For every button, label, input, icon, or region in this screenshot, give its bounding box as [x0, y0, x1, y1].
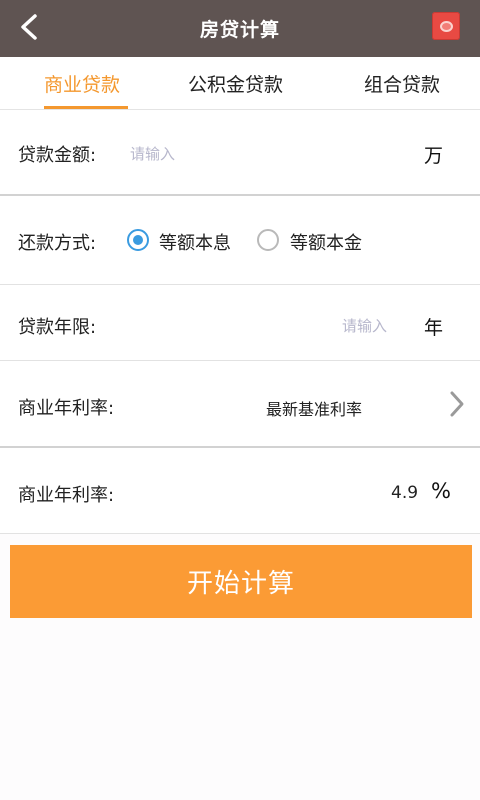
loan-term-unit: 年: [424, 317, 444, 339]
rate-type-value[interactable]: 最新基准利率: [266, 396, 362, 420]
tab-provident-fund-loan[interactable]: 公积金贷款: [188, 57, 283, 109]
loan-term-label: 贷款年限:: [18, 317, 97, 338]
repayment-method-row: 还款方式: 等额本息 等额本金: [0, 196, 480, 285]
interest-rate-label: 商业年利率:: [18, 485, 115, 506]
equal-installment-radio[interactable]: [127, 229, 149, 251]
loan-amount-label: 贷款金额:: [18, 145, 97, 166]
interest-rate-input[interactable]: 4.9: [391, 483, 418, 503]
back-button[interactable]: [12, 10, 46, 44]
chevron-right-icon[interactable]: [446, 390, 466, 418]
repayment-method-label: 还款方式:: [18, 233, 97, 254]
equal-installment-label[interactable]: 等额本息: [159, 229, 231, 255]
rate-type-row[interactable]: 商业年利率: 最新基准利率: [0, 361, 480, 448]
active-tab-indicator: [44, 106, 128, 109]
loan-amount-input[interactable]: 请输入: [130, 143, 175, 164]
tab-commercial-loan[interactable]: 商业贷款: [44, 57, 120, 109]
loan-term-input[interactable]: 请输入: [342, 315, 387, 336]
loan-type-tabs: 商业贷款 公积金贷款 组合贷款: [0, 57, 480, 110]
loan-amount-row: 贷款金额: 请输入 万: [0, 110, 480, 196]
tab-combined-loan[interactable]: 组合贷款: [364, 57, 440, 109]
start-calculation-button[interactable]: 开始计算: [10, 545, 472, 618]
equal-principal-radio[interactable]: [257, 229, 279, 251]
loan-amount-unit: 万: [424, 145, 444, 167]
interest-rate-unit: %: [431, 479, 451, 503]
top-bar: 房贷计算: [0, 0, 480, 57]
record-icon: [439, 20, 453, 32]
menu-button[interactable]: [432, 12, 460, 40]
loan-term-row: 贷款年限: 请输入 年: [0, 285, 480, 361]
back-arrow-icon: [21, 14, 37, 40]
equal-principal-label[interactable]: 等额本金: [290, 229, 362, 255]
rate-type-label: 商业年利率:: [18, 398, 115, 419]
page-title: 房贷计算: [199, 19, 280, 41]
interest-rate-row: 商业年利率: 4.9 %: [0, 448, 480, 534]
